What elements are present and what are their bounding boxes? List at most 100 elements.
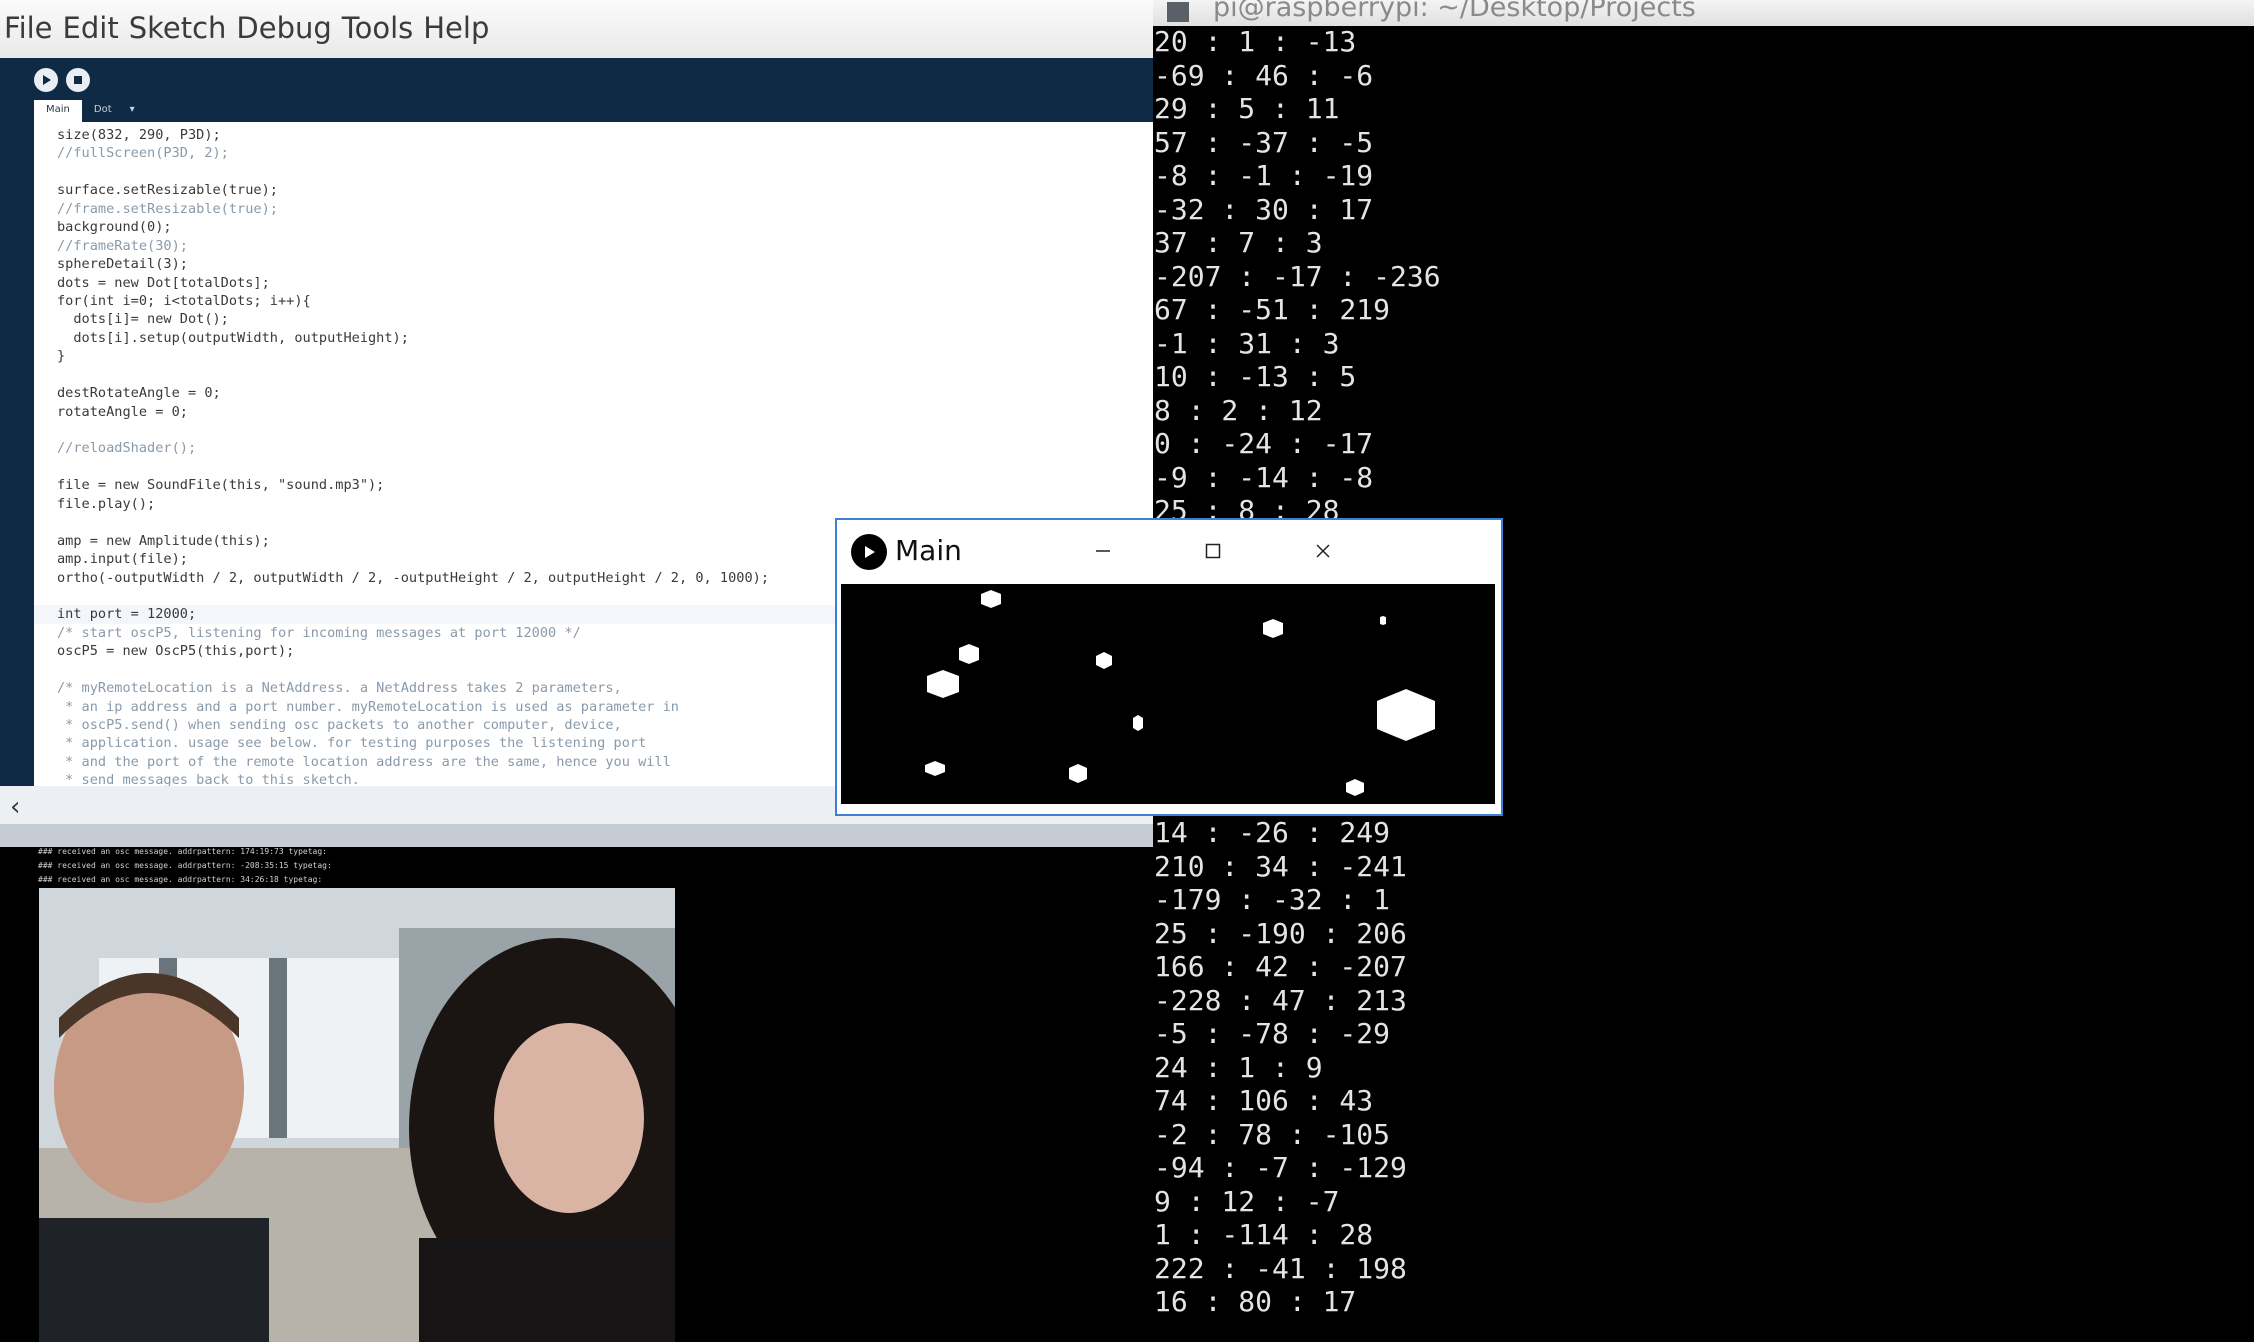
terminal-line: -9 : -14 : -8 [1154,460,1374,494]
terminal-icon [1167,2,1189,22]
line-number-gutter [0,122,34,786]
terminal-line: 74 : 106 : 43 [1154,1084,1374,1117]
sketch-canvas[interactable] [841,584,1495,804]
terminal-line: -5 : -78 : -29 [1154,1017,1391,1050]
terminal-line: 10 : -13 : 5 [1154,360,1357,393]
menu-help[interactable]: Help [423,14,489,43]
terminal-line: -94 : -7 : -129 [1154,1151,1407,1184]
terminal-line: 57 : -37 : -5 [1154,125,1374,159]
sketch-render [925,590,1435,796]
menu-edit[interactable]: Edit [63,14,119,43]
code-line[interactable] [57,163,1153,181]
console-line: ### received an osc message. addrpattern… [38,861,332,870]
terminal-line: 222 : -41 : 198 [1154,1251,1407,1285]
minimize-button[interactable] [1088,536,1118,566]
terminal-title: pi@raspberrypi: ~/Desktop/Projects [1213,0,1696,23]
terminal-line: 37 : 7 : 3 [1154,226,1323,259]
minimize-icon [1096,550,1110,552]
terminal-line: 0 : -24 : -17 [1154,427,1374,460]
menu-file[interactable]: File [4,14,53,43]
sphere-dot [981,590,1001,608]
sketch-tabs: Main Dot ▾ [34,100,141,122]
terminal-output-top: 20 : 1 : -13 -69 : 46 : -6 29 : 5 : 11 57 :… [1154,25,1441,528]
sphere-dot [925,761,945,776]
code-line[interactable]: dots = new Dot[totalDots]; [57,274,1153,292]
terminal-line: -1 : 31 : 3 [1154,326,1340,360]
code-line[interactable]: file = new SoundFile(this, "sound.mp3"); [57,476,1153,494]
terminal-line: -207 : -17 : -236 [1154,259,1441,293]
terminal-line: 67 : -51 : 219 [1154,293,1391,326]
terminal-line: 14 : -26 : 249 [1154,816,1391,849]
code-line[interactable]: surface.setResizable(true); [57,181,1153,199]
sketch-window-title: Main [895,534,962,567]
terminal-line: 16 : 80 : 17 [1154,1285,1357,1318]
webcam-video-image [39,888,675,1342]
tab-menu-chevron-icon[interactable]: ▾ [124,100,141,122]
terminal-line: 29 : 5 : 11 [1154,92,1340,125]
code-line[interactable]: rotateAngle = 0; [57,403,1153,421]
code-line[interactable]: //reloadShader(); [57,439,1153,457]
sphere-dot [1380,616,1386,625]
sphere-dot [1069,764,1087,783]
editor-console-divider[interactable] [0,824,1153,847]
code-line[interactable]: //frame.setResizable(true); [57,200,1153,218]
sphere-dot [1096,652,1112,669]
terminal-line: 210 : 34 : -241 [1154,849,1407,883]
menu-sketch[interactable]: Sketch [129,14,227,43]
code-line[interactable]: //fullScreen(P3D, 2); [57,144,1153,162]
terminal-line: -69 : 46 : -6 [1154,58,1374,92]
terminal-line: 166 : 42 : -207 [1154,950,1407,983]
code-line[interactable]: destRotateAngle = 0; [57,384,1153,402]
terminal-line: -179 : -32 : 1 [1154,883,1391,916]
tab-dot[interactable]: Dot [82,100,124,122]
code-line[interactable]: dots[i].setup(outputWidth, outputHeight)… [57,329,1153,347]
console-line: ### received an osc message. addrpattern… [38,875,323,884]
terminal-line: -8 : -1 : -19 [1154,159,1374,192]
chevron-left-icon[interactable]: ‹ [10,792,20,822]
sphere-dot [1133,715,1143,731]
code-line[interactable] [57,421,1153,439]
terminal-line: 24 : 1 : 9 [1154,1050,1323,1084]
code-line[interactable]: background(0); [57,218,1153,236]
terminal-line: 20 : 1 : -13 [1154,25,1357,58]
code-line[interactable]: for(int i=0; i<totalDots; i++){ [57,292,1153,310]
sketch-window[interactable]: Main [835,518,1503,816]
play-icon [43,75,51,85]
sketch-title-bar[interactable]: Main [837,520,1501,584]
stop-icon [74,76,82,84]
sphere-dot [927,670,959,698]
code-line[interactable] [57,458,1153,476]
terminal-line: -228 : 47 : 213 [1154,983,1407,1017]
console-line: ### received an osc message. addrpattern… [38,847,327,856]
menu-debug[interactable]: Debug [236,14,331,43]
terminal-title-bar[interactable]: pi@raspberrypi: ~/Desktop/Projects [1153,0,2254,26]
code-line[interactable]: size(832, 290, P3D); [57,126,1153,144]
menu-tools[interactable]: Tools [342,14,413,43]
code-line[interactable]: sphereDetail(3); [57,255,1153,273]
code-line[interactable]: } [57,347,1153,365]
code-line[interactable]: file.play(); [57,495,1153,513]
code-line[interactable] [57,366,1153,384]
sphere-dot [959,644,979,664]
sphere-dot [1346,779,1364,796]
sphere-dot [1263,619,1283,638]
ide-toolbar [0,58,1153,122]
terminal-line: 25 : -190 : 206 [1154,916,1407,950]
sphere-dot [1377,689,1435,741]
play-icon [851,534,887,570]
close-button[interactable] [1308,536,1338,566]
close-icon [1316,544,1330,558]
terminal-line: -32 : 30 : 17 [1154,192,1374,226]
terminal-line: 8 : 2 : 12 [1154,393,1323,427]
menu-bar: File Edit Sketch Debug Tools Help [0,0,1153,58]
terminal-line: 9 : 12 : -7 [1154,1184,1340,1218]
tab-main[interactable]: Main [34,100,82,122]
terminal-line: -2 : 78 : -105 [1154,1117,1391,1151]
maximize-button[interactable] [1198,536,1228,566]
run-button[interactable] [34,68,58,92]
code-line[interactable]: dots[i]= new Dot(); [57,310,1153,328]
stop-button[interactable] [66,68,90,92]
webcam-video-overlay [39,888,675,1342]
code-line[interactable]: //frameRate(30); [57,237,1153,255]
maximize-icon [1205,543,1221,559]
